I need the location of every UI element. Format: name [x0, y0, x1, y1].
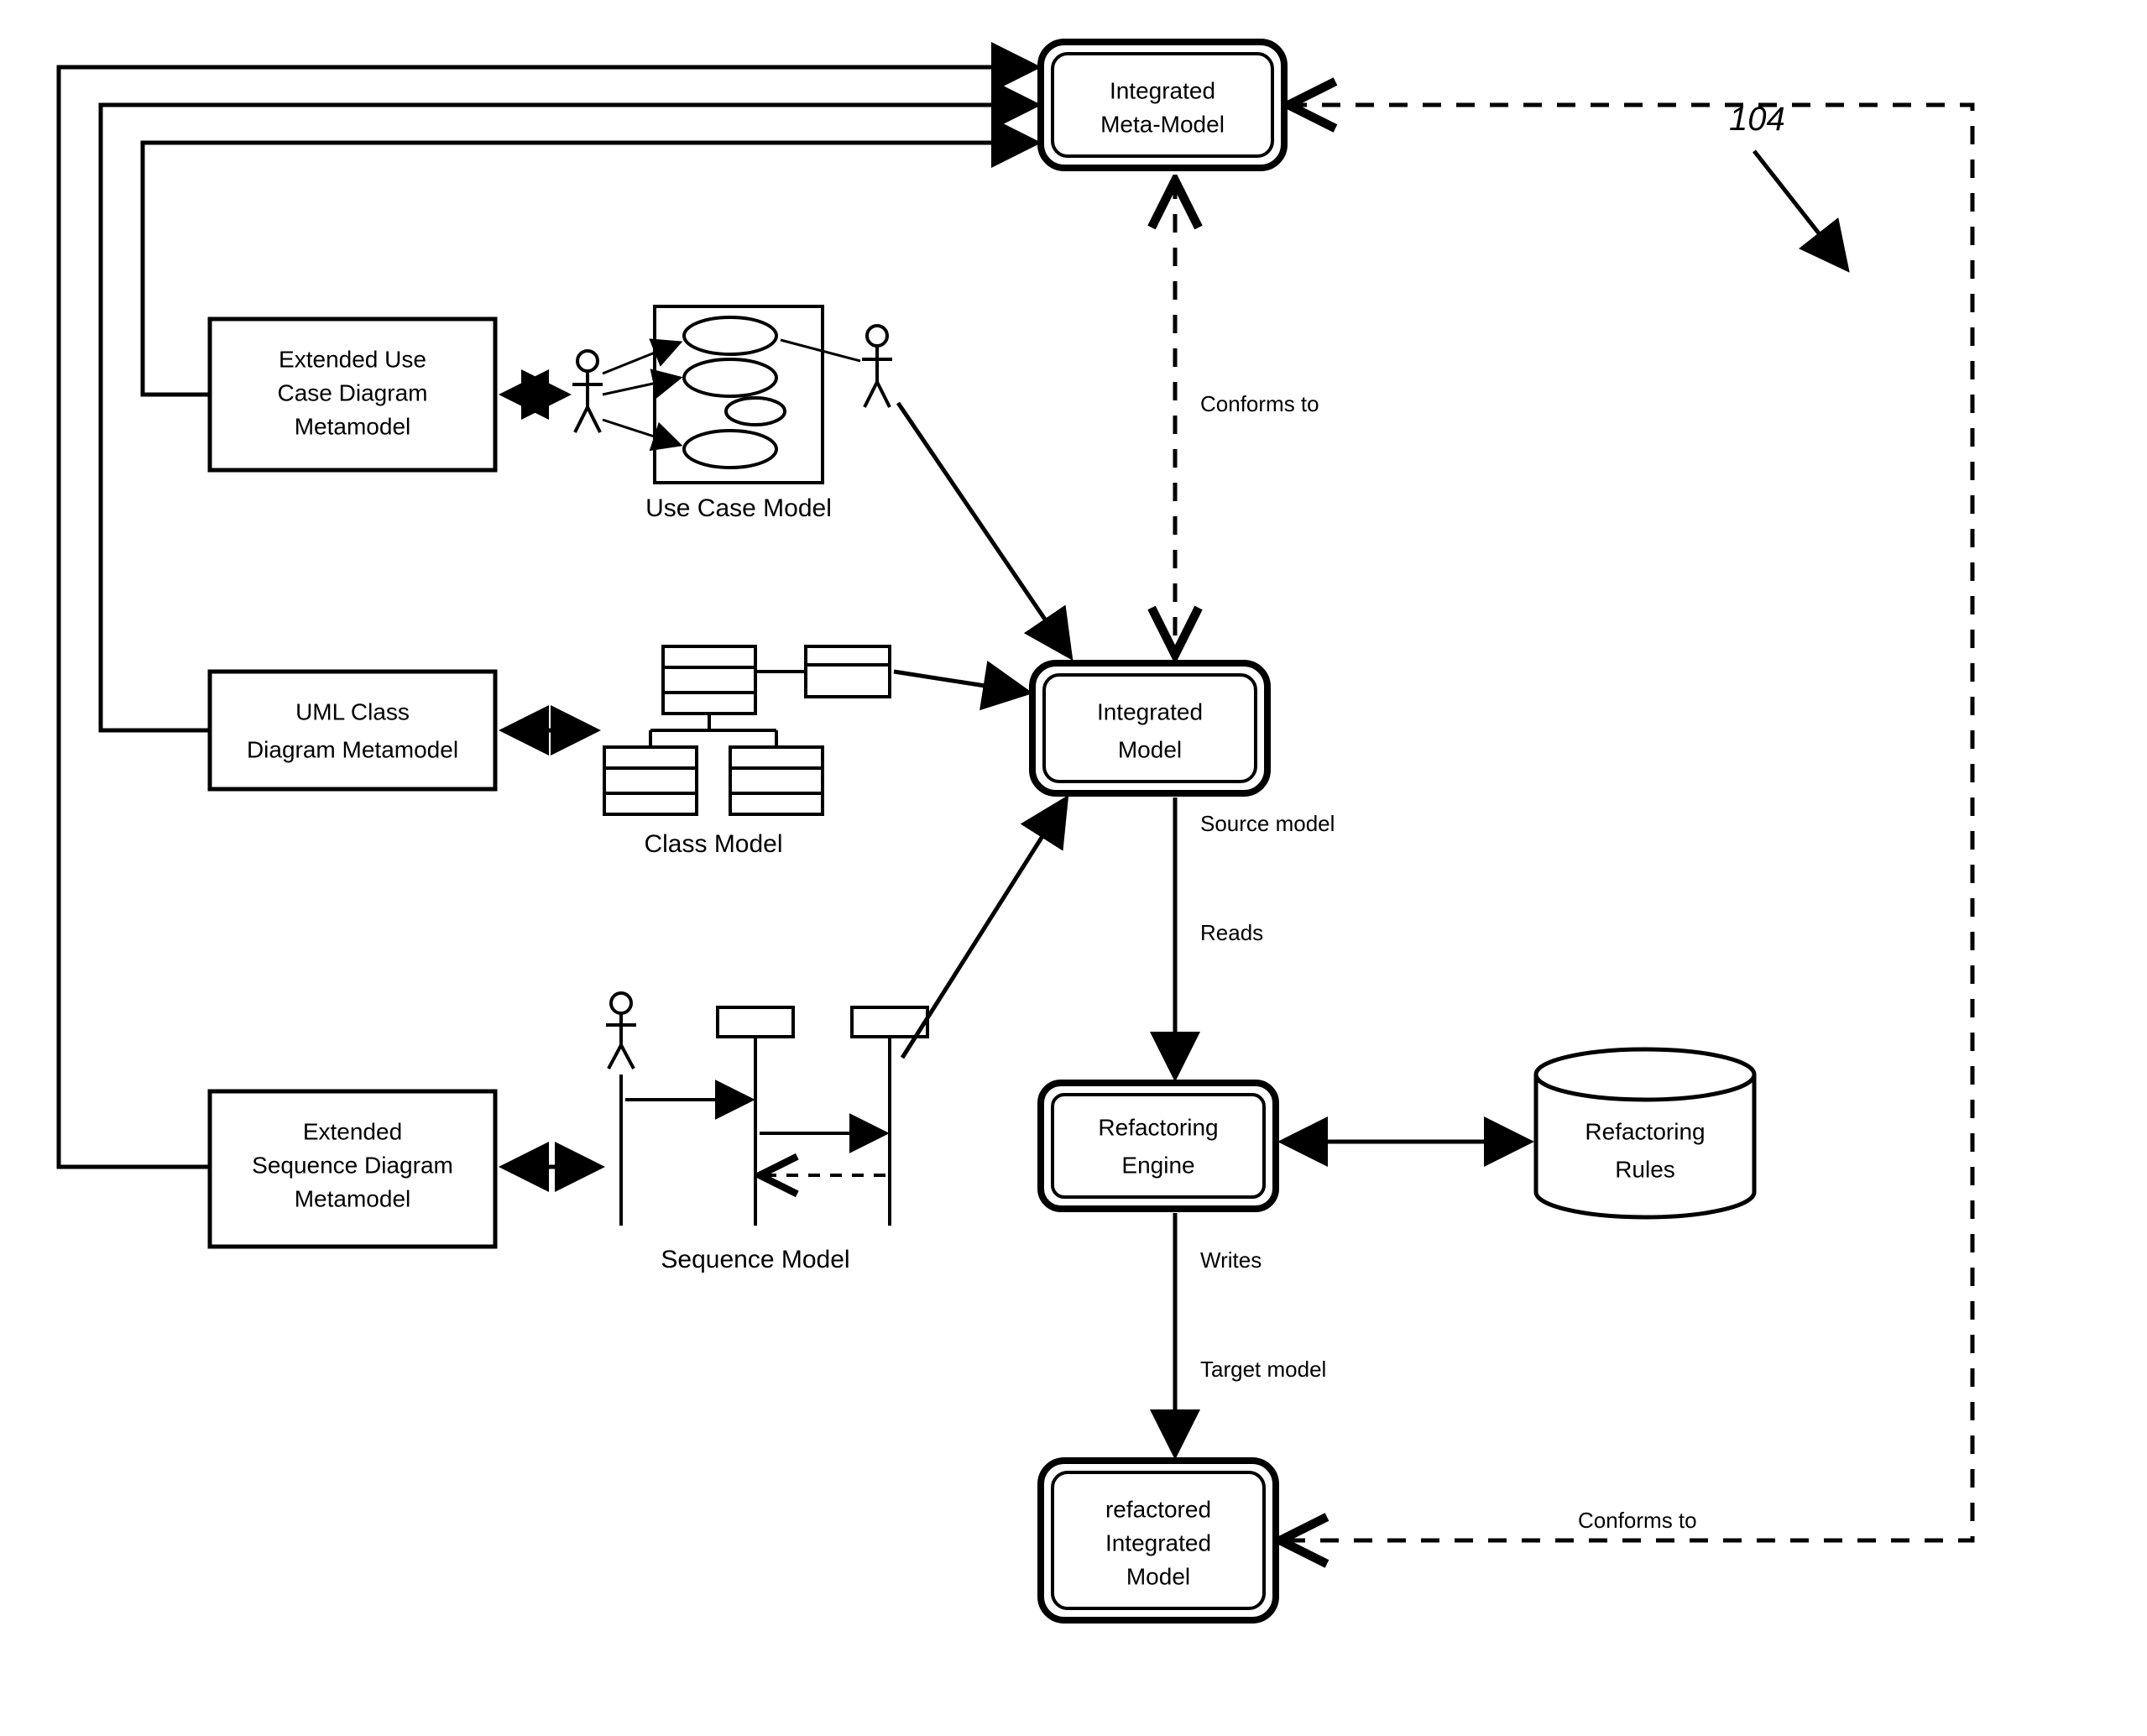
label-writes: Writes: [1200, 1247, 1262, 1273]
label: UML Class: [295, 698, 410, 724]
node-integrated-meta-model: Integrated Meta-Model: [1041, 42, 1284, 168]
actor-icon: [606, 993, 636, 1069]
label: refactored: [1105, 1496, 1211, 1522]
caption-class-model: Class Model: [644, 830, 782, 858]
label: Refactoring: [1098, 1114, 1218, 1140]
label: Rules: [1615, 1156, 1675, 1182]
label: Engine: [1121, 1152, 1194, 1178]
label: Case Diagram: [278, 379, 428, 405]
architecture-diagram: Integrated Meta-Model Extended Use Case …: [0, 0, 2147, 1736]
label: Refactoring: [1585, 1118, 1705, 1144]
node-uml-class-metamodel: UML Class Diagram Metamodel: [210, 672, 495, 789]
node-extended-sequence-metamodel: Extended Sequence Diagram Metamodel: [210, 1091, 495, 1247]
label: Metamodel: [295, 413, 411, 439]
reference-annotation: 104: [1729, 101, 1847, 269]
label-reads: Reads: [1200, 920, 1263, 945]
label: Sequence Diagram: [252, 1152, 453, 1178]
edge-usecase-model-to-integrated-model: [898, 403, 1070, 656]
caption-sequence-model: Sequence Model: [661, 1246, 849, 1273]
label: Extended Use: [279, 346, 426, 372]
label: Diagram Metamodel: [247, 736, 458, 762]
reference-number: 104: [1729, 101, 1785, 138]
actor-icon: [572, 351, 603, 432]
edge-sequence-meta-to-integrated-meta: [59, 67, 1037, 1167]
use-case-model-icon: Use Case Model: [572, 306, 892, 522]
node-refactored-integrated-model: refactored Integrated Model: [1041, 1461, 1276, 1620]
label: Model: [1118, 736, 1182, 762]
edge-refactored-conforms-to-meta: [1280, 105, 1972, 1540]
caption-use-case-model: Use Case Model: [645, 494, 832, 522]
label-target-model: Target model: [1200, 1357, 1326, 1382]
class-model-icon: Class Model: [604, 646, 890, 858]
sequence-model-icon: Sequence Model: [606, 993, 927, 1273]
label: Integrated: [1105, 1529, 1211, 1556]
label: Extended: [303, 1118, 402, 1144]
edge-sequence-model-to-integrated-model: [902, 799, 1066, 1058]
actor-icon: [862, 326, 892, 407]
label: Integrated: [1097, 698, 1203, 724]
edge-class-model-to-integrated-model: [894, 672, 1028, 693]
label: Integrated: [1110, 77, 1215, 103]
label-source-model: Source model: [1200, 811, 1335, 836]
label: Metamodel: [295, 1185, 411, 1211]
node-refactoring-engine: Refactoring Engine: [1041, 1083, 1276, 1209]
node-extended-use-case-metamodel: Extended Use Case Diagram Metamodel: [210, 319, 495, 470]
edge-class-meta-to-integrated-meta: [101, 105, 1037, 730]
node-integrated-model: Integrated Model: [1032, 663, 1267, 793]
label-conforms-to-bottom: Conforms to: [1578, 1508, 1697, 1533]
node-refactoring-rules: Refactoring Rules: [1536, 1049, 1754, 1217]
label: Meta-Model: [1100, 111, 1225, 137]
edge-usecase-meta-to-integrated-meta: [143, 143, 1037, 395]
label-conforms-to-top: Conforms to: [1200, 391, 1319, 416]
label: Model: [1126, 1563, 1190, 1589]
